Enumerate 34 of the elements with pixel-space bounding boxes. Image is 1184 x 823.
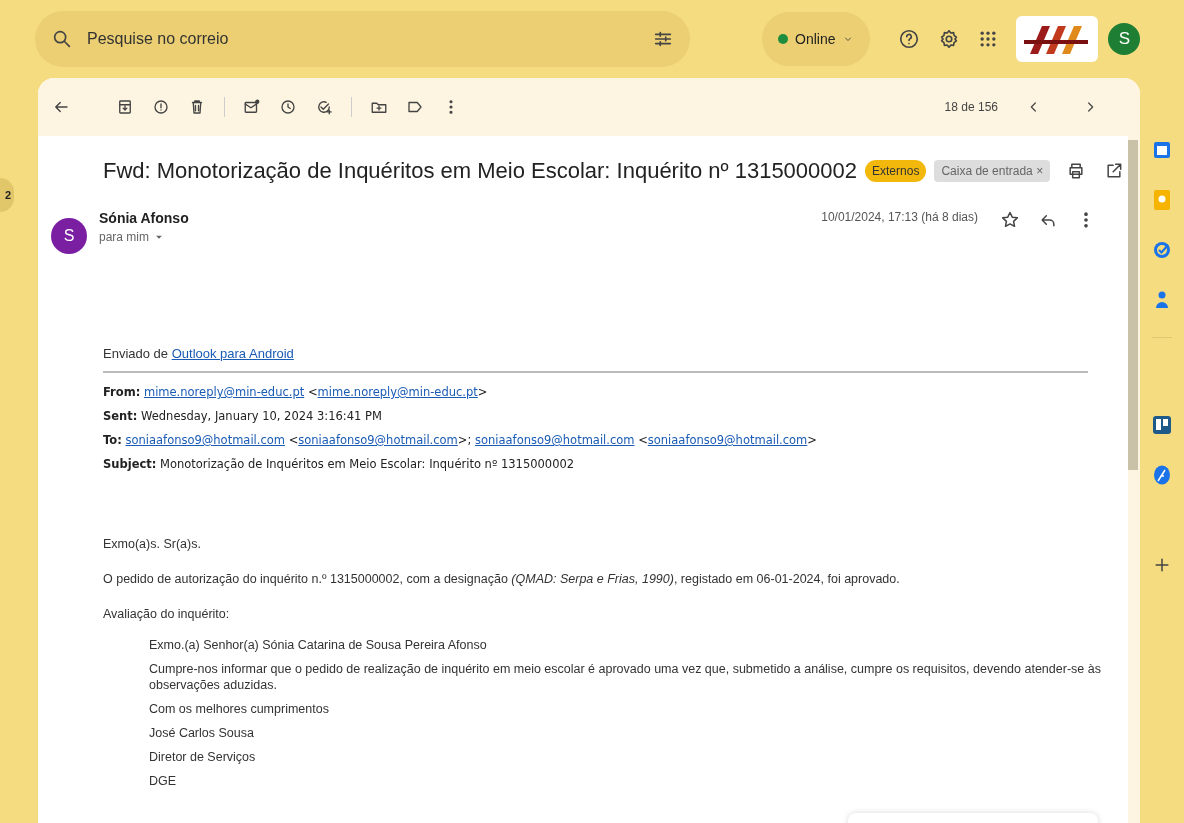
recipient-dropdown[interactable]: para mim <box>99 230 189 244</box>
search-bar[interactable]: Pesquise no correio <box>35 11 690 67</box>
count-badge: 2 <box>0 178 14 212</box>
quoted-line: Cumpre-nos informar que o pedido de realização de inquérito em meio escolar é aprovado uma vez que, submetido a análise, cumpre os requisitos, devendo atender-se às observações aduzidas. <box>149 661 1102 693</box>
status-dropdown[interactable]: Online <box>762 12 871 66</box>
sender-name: Sónia Afonso <box>99 210 189 226</box>
email-link[interactable]: soniaafonso9@hotmail.com <box>298 433 458 447</box>
account-avatar[interactable]: S <box>1108 23 1141 55</box>
sent-from-line: Enviado de Outlook para Android <box>103 346 1088 373</box>
label-tag[interactable]: Externos <box>865 160 927 182</box>
email-link[interactable]: mime.noreply@min-educ.pt <box>143 385 305 399</box>
body-paragraph: Avaliação do inquérito: <box>103 607 231 621</box>
quoted-line: Diretor de Serviços <box>149 749 257 765</box>
email-link[interactable]: mime.noreply@min-educ.pt <box>317 385 478 399</box>
quoted-line: Com os melhores cumprimentos <box>149 701 330 717</box>
email-date: 10/01/2024, 17:13 (há 8 dias) <box>821 210 978 224</box>
pagination-count: 18 de 156 <box>944 100 998 114</box>
quoted-line: Exmo.(a) Senhor(a) Sónia Catarina de Sousa Pereira Afonso <box>149 637 488 653</box>
email-subject: Fwd: Monotorização de Inquéritos em Meio Escolar: Inquérito nº 1315000002 <box>103 158 858 184</box>
body-paragraph: O pedido de autorização do inquérito n.º 1315000002, com a designação (QMAD: Serpa e Frias, 1990), registado em 06-01-2024, foi aprovado. <box>103 572 901 586</box>
email-link[interactable]: soniaafonso9@hotmail.com <box>125 433 285 447</box>
header-line: Subject: Monotorização de Inquéritos em Meio Escolar: Inquérito nº 1315000002 <box>103 457 576 471</box>
email-link[interactable]: soniaafonso9@hotmail.com <box>475 433 635 447</box>
header-line: Sent: Wednesday, January 10, 2024 3:16:41 PM <box>103 409 383 423</box>
email-link[interactable]: Outlook para Android <box>171 346 294 361</box>
search-field[interactable]: Pesquise no correio <box>85 29 640 49</box>
header-line: From: mime.noreply@min-educ.pt <mime.noreply@min-educ.pt> <box>103 385 489 399</box>
quoted-line: José Carlos Sousa <box>149 725 255 741</box>
header-line: To: soniaafonso9@hotmail.com <soniaafonso9@hotmail.com>; soniaafonso9@hotmail.com <soniaafonso9@hotmail.com> <box>103 433 818 447</box>
quoted-line: DGE <box>149 773 178 789</box>
email-link[interactable]: soniaafonso9@hotmail.com <box>647 433 808 447</box>
body-paragraph: Exmo(a)s. Sr(a)s. <box>103 537 202 551</box>
label-tag[interactable]: Caixa de entrada × <box>934 160 1051 182</box>
sender-avatar: S <box>51 218 87 254</box>
